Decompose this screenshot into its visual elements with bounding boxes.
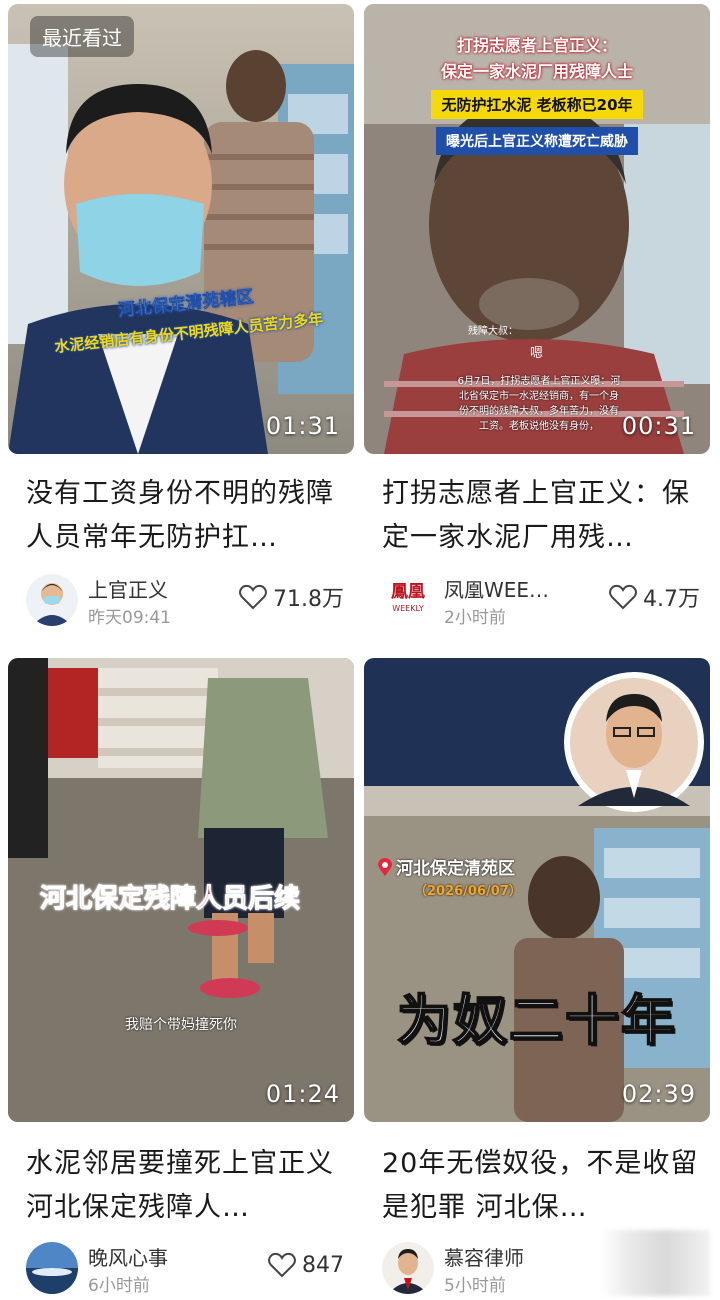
news-caption: 6月7日，打拐志愿者上官正义曝：河北省保定市一水泥经销商，有一个身份不明的残障大… bbox=[457, 376, 621, 432]
like-count[interactable]: 71.8万 bbox=[239, 582, 344, 612]
heart-icon bbox=[239, 584, 267, 610]
publisher-logo-subtext: WEEKLY bbox=[392, 604, 424, 613]
blurred-patch bbox=[600, 1230, 710, 1296]
video-thumbnail-4[interactable]: 河北保定清苑区 （2026/06/07） 为奴二十年 02:39 bbox=[364, 658, 710, 1122]
like-count-value: 71.8万 bbox=[273, 587, 344, 612]
author-avatar[interactable]: 鳳凰 WEEKLY bbox=[382, 574, 434, 626]
post-time: 6小时前 bbox=[88, 1276, 150, 1296]
card-meta: 鳳凰 WEEKLY 凤凰WEE… 2小时前 4.7万 bbox=[382, 574, 700, 634]
overlay-date: （2026/06/07） bbox=[414, 884, 522, 899]
video-card-1[interactable]: 最近看过 河北保定清苑辖区 水泥经销店有身份不明残障人员苦力多年 01:31 没… bbox=[8, 4, 354, 644]
post-time: 5小时前 bbox=[444, 1276, 506, 1296]
thumbnail-image-1 bbox=[8, 4, 354, 454]
recently-watched-badge: 最近看过 bbox=[30, 16, 134, 57]
duration-label: 00:31 bbox=[621, 412, 696, 440]
video-card-2[interactable]: 打拐志愿者上官正义： 保定一家水泥厂用残障人士 无防护扛水泥 老板称已20年 曝… bbox=[364, 4, 710, 644]
video-subtitle: 我赔个带妈撞死你 bbox=[125, 1017, 237, 1033]
post-time: 昨天09:41 bbox=[88, 608, 171, 628]
duration-label: 01:31 bbox=[265, 412, 340, 440]
video-thumbnail-2[interactable]: 打拐志愿者上官正义： 保定一家水泥厂用残障人士 无防护扛水泥 老板称已20年 曝… bbox=[364, 4, 710, 454]
location-pin-icon bbox=[378, 857, 392, 876]
author-name[interactable]: 慕容律师 bbox=[444, 1242, 562, 1271]
video-card-4[interactable]: 河北保定清苑区 （2026/06/07） 为奴二十年 02:39 20年无偿奴役… bbox=[364, 658, 710, 1298]
author-avatar[interactable] bbox=[26, 1242, 78, 1294]
overlay-yellow-banner: 无防护扛水泥 老板称已20年 bbox=[431, 90, 643, 119]
like-count-value: 4.7万 bbox=[643, 587, 700, 612]
video-card-3[interactable]: 河北保定残障人员后续 我赔个带妈撞死你 01:24 水泥邻居要撞死上官正义 河北… bbox=[8, 658, 354, 1298]
like-count-value: 847 bbox=[302, 1252, 344, 1278]
post-time: 2小时前 bbox=[444, 608, 506, 628]
author-name[interactable]: 上官正义 bbox=[88, 574, 206, 603]
video-title[interactable]: 没有工资身份不明的残障人员常年无防护扛… bbox=[26, 472, 344, 560]
heart-icon bbox=[268, 1252, 296, 1278]
video-thumbnail-3[interactable]: 河北保定残障人员后续 我赔个带妈撞死你 01:24 bbox=[8, 658, 354, 1122]
author-name[interactable]: 晚风心事 bbox=[88, 1242, 206, 1271]
author-avatar[interactable] bbox=[26, 574, 78, 626]
overlay-blue-banner: 曝光后上官正义称遭死亡威胁 bbox=[436, 127, 638, 155]
overlay-headline-2: 打拐志愿者上官正义： 保定一家水泥厂用残障人士 无防护扛水泥 老板称已20年 曝… bbox=[364, 32, 710, 155]
video-title[interactable]: 打拐志愿者上官正义：保定一家水泥厂用残… bbox=[382, 472, 700, 560]
duration-label: 02:39 bbox=[621, 1080, 696, 1108]
video-title[interactable]: 水泥邻居要撞死上官正义 河北保定残障人… bbox=[26, 1142, 344, 1230]
overlay-red-title: 河北保定残障人员后续 bbox=[39, 884, 301, 915]
location-tag: 河北保定清苑区 bbox=[378, 854, 515, 879]
overlay-head-line-2: 保定一家水泥厂用残障人士 bbox=[440, 62, 633, 81]
publisher-logo-text: 鳳凰 bbox=[391, 582, 425, 602]
overlay-big-title: 为奴二十年 bbox=[396, 988, 677, 1053]
video-thumbnail-1[interactable]: 最近看过 河北保定清苑辖区 水泥经销店有身份不明残障人员苦力多年 01:31 bbox=[8, 4, 354, 454]
author-avatar[interactable] bbox=[382, 1242, 434, 1294]
speaker-reply: 嗯 bbox=[530, 346, 544, 361]
video-title[interactable]: 20年无偿奴役，不是收留是犯罪 河北保… bbox=[382, 1142, 700, 1230]
speaker-label: 残障大叔： bbox=[468, 326, 518, 337]
like-count[interactable]: 4.7万 bbox=[609, 582, 700, 612]
duration-label: 01:24 bbox=[265, 1080, 340, 1108]
card-meta: 上官正义 昨天09:41 71.8万 bbox=[26, 574, 344, 634]
author-name[interactable]: 凤凰WEE… bbox=[444, 574, 562, 603]
card-meta: 晚风心事 6小时前 847 bbox=[26, 1242, 344, 1300]
location-text: 河北保定清苑区 bbox=[396, 859, 515, 879]
overlay-head-line-1: 打拐志愿者上官正义： bbox=[456, 36, 617, 55]
like-count[interactable]: 847 bbox=[268, 1250, 344, 1280]
heart-icon bbox=[609, 584, 637, 610]
